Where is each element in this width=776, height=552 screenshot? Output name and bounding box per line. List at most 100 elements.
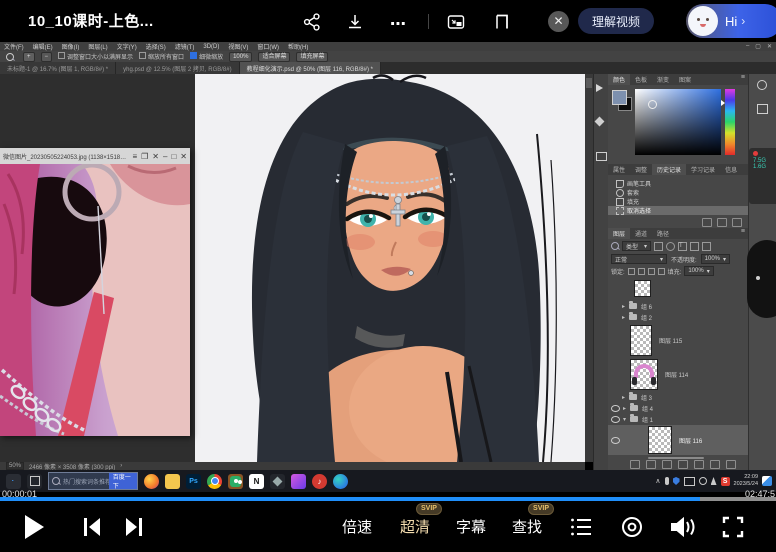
defender-shield-icon[interactable] (673, 477, 680, 485)
ref-minimize-icon[interactable]: – (163, 152, 167, 161)
layer-group-row[interactable]: ▸ 组 4 (608, 403, 748, 413)
zoom-tool-icon[interactable] (6, 53, 14, 61)
tab-patterns[interactable]: 图案 (674, 74, 696, 85)
new-snapshot-icon[interactable] (717, 218, 727, 227)
history-item[interactable]: 画笔工具 (608, 179, 748, 188)
close-button[interactable]: ✕ (548, 11, 569, 32)
layer-group-row[interactable]: ▸ 组 2 (608, 312, 748, 322)
filter-type-icon[interactable]: T (678, 242, 687, 251)
ref-menu-icon[interactable]: ≡ (132, 152, 137, 161)
libraries-icon[interactable] (757, 104, 768, 114)
doc-tab-untitled[interactable]: 未标题-1 @ 16.7% (图层 1, RGB/8#) * (0, 62, 116, 74)
opacity-select[interactable]: 100%▾ (701, 254, 730, 264)
panel-menu-icon[interactable]: ≡ (741, 74, 745, 85)
delete-state-icon[interactable] (732, 218, 742, 227)
tab-learn[interactable]: 学习记录 (686, 164, 720, 175)
file-explorer-icon[interactable] (165, 474, 180, 489)
mic-icon[interactable] (665, 477, 669, 485)
tab-paths[interactable]: 路径 (652, 228, 674, 239)
mini-player-icon[interactable] (492, 12, 512, 32)
filter-adjustment-icon[interactable] (666, 242, 675, 251)
menu-select[interactable]: 选择(S) (146, 42, 166, 51)
menu-window[interactable]: 窗口(W) (257, 42, 279, 51)
taskbar-search-box[interactable]: 热门搜索词条推荐… 百度一下 (48, 472, 138, 490)
canvas-scrollbar[interactable] (585, 74, 593, 462)
menu-layer[interactable]: 图层(L) (88, 42, 107, 51)
taskbar-clock[interactable]: 22:09 2023/5/24 (734, 474, 758, 488)
ps-minimize-icon[interactable]: ‒ (746, 43, 749, 50)
layer-row-selected[interactable]: 图层 116 (608, 425, 748, 455)
tab-info[interactable]: 信息 (720, 164, 742, 175)
ref-restore-icon[interactable]: ❐ (141, 152, 148, 161)
display-icon[interactable] (684, 477, 695, 486)
download-icon[interactable] (345, 12, 365, 32)
ref-close-icon[interactable]: ✕ (180, 152, 187, 161)
layer-style-fx-icon[interactable] (646, 460, 656, 469)
previous-button[interactable] (82, 516, 102, 538)
link-layers-icon[interactable] (630, 460, 640, 469)
ref-close-doc-icon[interactable]: ✕ (152, 152, 159, 161)
resize-windows-checkbox[interactable]: 调整窗口大小以满屏显示 (58, 52, 133, 61)
status-chevron-icon[interactable]: › (120, 463, 122, 469)
filter-shape-icon[interactable] (690, 242, 699, 251)
eye-icon[interactable] (611, 416, 620, 423)
tab-gradients[interactable]: 渐变 (652, 74, 674, 85)
reference-window-titlebar[interactable]: 微信图片_20230505224053.jpg (1138×1518… ≡ ❐ … (0, 148, 190, 164)
fill-select[interactable]: 100%▾ (684, 266, 713, 276)
menu-view[interactable]: 视图(V) (228, 42, 248, 51)
library-panel-icon[interactable] (596, 152, 607, 161)
tab-swatches[interactable]: 色板 (630, 74, 652, 85)
next-button[interactable] (124, 516, 144, 538)
menu-help[interactable]: 帮助(H) (288, 42, 308, 51)
audio-icon[interactable] (699, 477, 707, 485)
edge-icon[interactable] (333, 474, 348, 489)
tab-layers[interactable]: 图层 (608, 228, 630, 239)
status-zoom-field[interactable]: 50% (6, 462, 24, 470)
play-button[interactable] (22, 513, 46, 541)
photoshop-icon[interactable]: Ps (186, 474, 201, 489)
netdisk-tray-icon[interactable] (762, 476, 772, 486)
blend-mode-select[interactable]: 正常▾ (611, 254, 667, 264)
new-group-icon[interactable] (694, 460, 704, 469)
understand-video-button[interactable]: 理解视频 (578, 8, 654, 34)
fill-screen-button[interactable]: 填充屏幕 (296, 52, 328, 62)
layer-row[interactable]: 图层 115 (608, 324, 748, 357)
premiere-icon[interactable] (291, 474, 306, 489)
task-view-button[interactable] (27, 474, 42, 489)
menu-image[interactable]: 图像(I) (62, 42, 80, 51)
lightbulb-icon[interactable] (757, 80, 767, 90)
doc-tab-yhg[interactable]: yhg.psd @ 12.5% (图层 2 拷贝, RGB/8#) (116, 62, 239, 74)
lock-transparent-icon[interactable] (628, 268, 635, 275)
notion-icon[interactable]: N (249, 474, 264, 489)
new-doc-from-state-icon[interactable] (702, 218, 712, 227)
tool-icon[interactable] (270, 474, 285, 489)
layers-menu-icon[interactable]: ≡ (741, 228, 745, 239)
start-button[interactable] (6, 474, 21, 489)
tab-channels[interactable]: 通道 (630, 228, 652, 239)
wechat-highlight[interactable] (228, 474, 243, 489)
doc-tab-active[interactable]: 教程细化演示.psd @ 50% (图层 116, RGB/8#) * (240, 62, 381, 74)
quality-button[interactable]: 超清 SVIP (400, 516, 430, 537)
recorder-widget[interactable]: 7.5G 1.6G (749, 148, 776, 204)
pin-icon[interactable] (711, 477, 717, 485)
filter-smartobject-icon[interactable] (702, 242, 711, 251)
chrome-icon[interactable] (207, 474, 222, 489)
new-layer-icon[interactable] (710, 460, 720, 469)
fullscreen-icon[interactable] (722, 516, 744, 538)
layer-row[interactable] (608, 278, 748, 298)
find-button[interactable]: 查找 SVIP (512, 516, 542, 537)
ref-maximize-icon[interactable]: □ (171, 152, 176, 161)
zoom-all-windows-checkbox[interactable]: 缩放所有窗口 (139, 52, 184, 61)
adjustment-layer-icon[interactable] (678, 460, 688, 469)
tab-history[interactable]: 历史记录 (652, 164, 686, 175)
zoom-100-button[interactable]: 100% (229, 52, 252, 62)
color-field[interactable] (635, 89, 721, 155)
tray-expand-icon[interactable]: ∧ (655, 477, 660, 485)
fit-screen-button[interactable]: 适合屏幕 (258, 52, 290, 62)
history-item-selected[interactable]: 取消选择 (608, 206, 748, 215)
firefox-icon[interactable] (144, 474, 159, 489)
tab-properties[interactable]: 属性 (608, 164, 630, 175)
layer-group-row[interactable]: ▸ 组 3 (608, 392, 748, 402)
layer-row[interactable]: 图层 114 (608, 358, 748, 391)
speed-button[interactable]: 倍速 (342, 516, 372, 537)
